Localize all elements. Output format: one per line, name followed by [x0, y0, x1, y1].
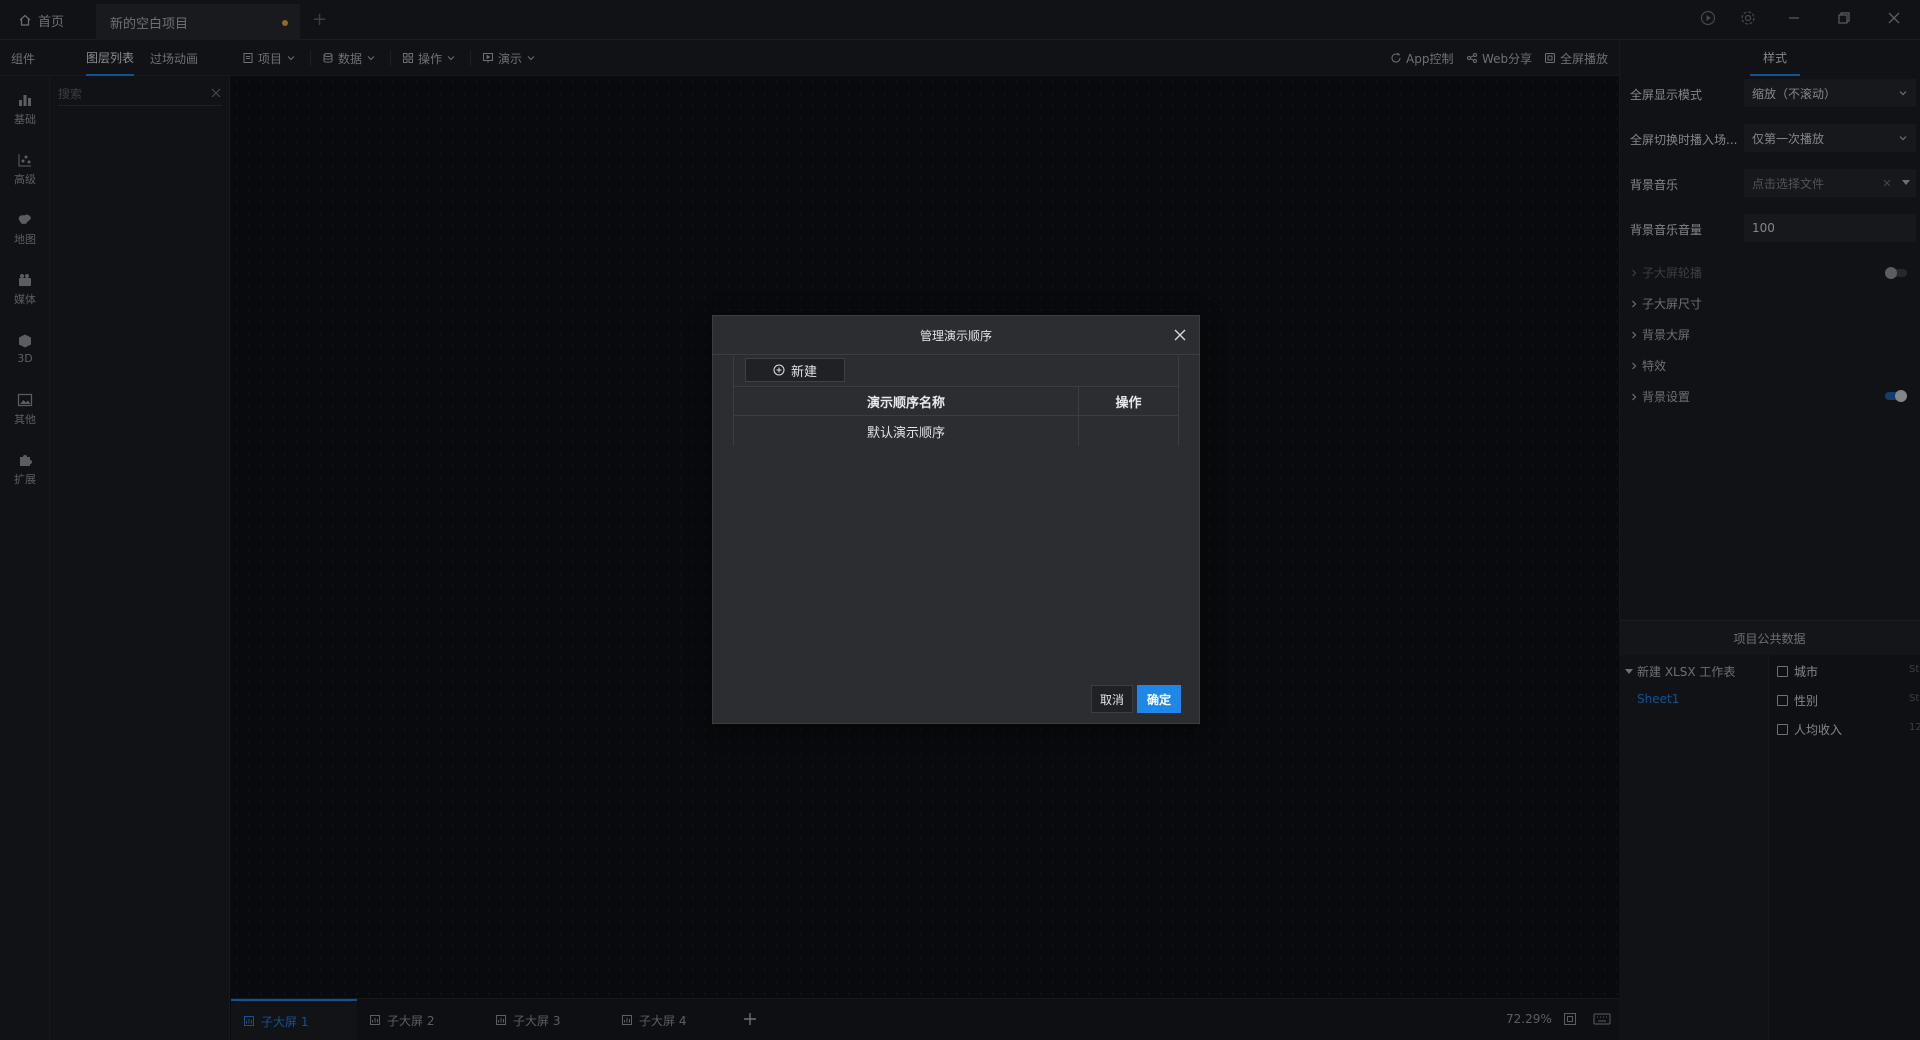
table-cell-action — [1079, 416, 1178, 446]
dialog-header: 管理演示顺序 — [713, 316, 1199, 355]
demo-order-table: 新建 演示顺序名称 操作 默认演示顺序 — [733, 356, 1179, 446]
column-header-name: 演示顺序名称 — [734, 386, 1079, 416]
confirm-button[interactable]: 确定 — [1137, 685, 1181, 713]
new-button[interactable]: 新建 — [745, 358, 845, 382]
manage-demo-order-dialog: 管理演示顺序 新建 演示顺序名称 操作 默认演示顺序 取消 确定 — [712, 315, 1200, 724]
new-button-label: 新建 — [790, 364, 817, 380]
column-header-action: 操作 — [1079, 386, 1178, 416]
plus-circle-icon — [773, 364, 785, 376]
cancel-button[interactable]: 取消 — [1091, 685, 1133, 713]
dialog-title: 管理演示顺序 — [919, 328, 992, 343]
dialog-close-icon[interactable] — [1173, 328, 1187, 342]
table-cell-name[interactable]: 默认演示顺序 — [734, 416, 1079, 446]
